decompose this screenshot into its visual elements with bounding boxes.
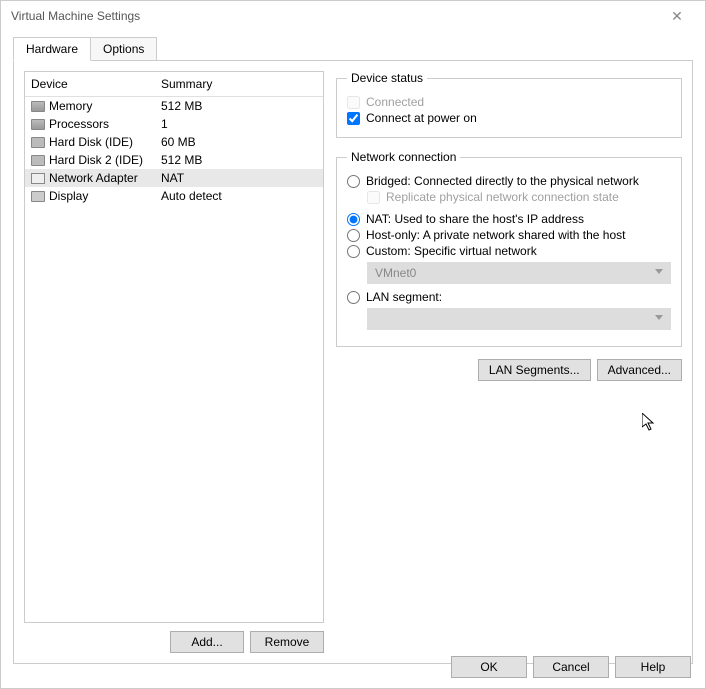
custom-label: Custom: Specific virtual network: [366, 244, 537, 258]
device-name: Memory: [49, 99, 92, 113]
header-device[interactable]: Device: [25, 72, 155, 96]
close-icon[interactable]: ✕: [657, 8, 697, 25]
lan-segment-label: LAN segment:: [366, 290, 442, 304]
add-button[interactable]: Add...: [170, 631, 244, 653]
replicate-checkbox: [367, 191, 380, 204]
display-icon: [31, 191, 45, 202]
host-only-radio[interactable]: [347, 229, 360, 242]
device-summary: 512 MB: [161, 99, 202, 113]
network-connection-group: Network connection Bridged: Connected di…: [336, 150, 682, 347]
custom-network-value: VMnet0: [375, 266, 416, 280]
tab-options-label: Options: [103, 42, 144, 56]
right-column: Device status Connected Connect at power…: [336, 71, 682, 653]
tab-options[interactable]: Options: [90, 37, 157, 61]
device-row[interactable]: Processors 1: [25, 115, 323, 133]
device-status-group: Device status Connected Connect at power…: [336, 71, 682, 138]
dialog-footer: OK Cancel Help: [451, 656, 691, 678]
chevron-down-icon: [655, 269, 663, 274]
device-row[interactable]: Hard Disk 2 (IDE) 512 MB: [25, 151, 323, 169]
help-button[interactable]: Help: [615, 656, 691, 678]
connected-checkbox: [347, 96, 360, 109]
advanced-button[interactable]: Advanced...: [597, 359, 682, 381]
lan-segment-radio[interactable]: [347, 291, 360, 304]
tab-hardware[interactable]: Hardware: [13, 37, 91, 61]
host-only-label: Host-only: A private network shared with…: [366, 228, 625, 242]
chevron-down-icon: [655, 315, 663, 320]
connect-on-power-checkbox[interactable]: [347, 112, 360, 125]
device-name: Hard Disk 2 (IDE): [49, 153, 143, 167]
cancel-button[interactable]: Cancel: [533, 656, 609, 678]
window-title: Virtual Machine Settings: [11, 9, 140, 23]
device-summary: Auto detect: [161, 189, 222, 203]
left-column: Device Summary Memory 512 MB Processors 1 Ha…: [24, 71, 324, 653]
ok-button[interactable]: OK: [451, 656, 527, 678]
lan-segments-button[interactable]: LAN Segments...: [478, 359, 591, 381]
device-list: Device Summary Memory 512 MB Processors 1 Ha…: [24, 71, 324, 623]
nat-label: NAT: Used to share the host's IP address: [366, 212, 584, 226]
device-row[interactable]: Display Auto detect: [25, 187, 323, 205]
device-row[interactable]: Network Adapter NAT: [25, 169, 323, 187]
replicate-label: Replicate physical network connection st…: [386, 190, 619, 204]
device-summary: 512 MB: [161, 153, 202, 167]
network-connection-legend: Network connection: [347, 150, 460, 164]
lan-segment-dropdown: [367, 308, 671, 330]
tab-strip: Hardware Options: [13, 37, 705, 61]
device-name: Processors: [49, 117, 109, 131]
titlebar: Virtual Machine Settings ✕: [1, 1, 705, 31]
bridged-radio[interactable]: [347, 175, 360, 188]
custom-radio[interactable]: [347, 245, 360, 258]
remove-button[interactable]: Remove: [250, 631, 324, 653]
device-summary: 60 MB: [161, 135, 196, 149]
custom-network-dropdown: VMnet0: [367, 262, 671, 284]
net-icon: [31, 173, 45, 184]
device-summary: NAT: [161, 171, 184, 185]
device-status-legend: Device status: [347, 71, 427, 85]
connected-label: Connected: [366, 95, 424, 109]
device-name: Display: [49, 189, 88, 203]
device-list-header: Device Summary: [25, 72, 323, 97]
connect-on-power-label: Connect at power on: [366, 111, 477, 125]
device-summary: 1: [161, 117, 168, 131]
device-name: Hard Disk (IDE): [49, 135, 133, 149]
device-row[interactable]: Memory 512 MB: [25, 97, 323, 115]
nat-radio[interactable]: [347, 213, 360, 226]
hardware-panel: Device Summary Memory 512 MB Processors 1 Ha…: [13, 60, 693, 664]
tab-hardware-label: Hardware: [26, 42, 78, 56]
device-name: Network Adapter: [49, 171, 138, 185]
vm-settings-window: Virtual Machine Settings ✕ Hardware Opti…: [0, 0, 706, 689]
disk-icon: [31, 155, 45, 166]
header-summary[interactable]: Summary: [155, 72, 323, 96]
chip-icon: [31, 119, 45, 130]
chip-icon: [31, 101, 45, 112]
device-row[interactable]: Hard Disk (IDE) 60 MB: [25, 133, 323, 151]
disk-icon: [31, 137, 45, 148]
bridged-label: Bridged: Connected directly to the physi…: [366, 174, 639, 188]
